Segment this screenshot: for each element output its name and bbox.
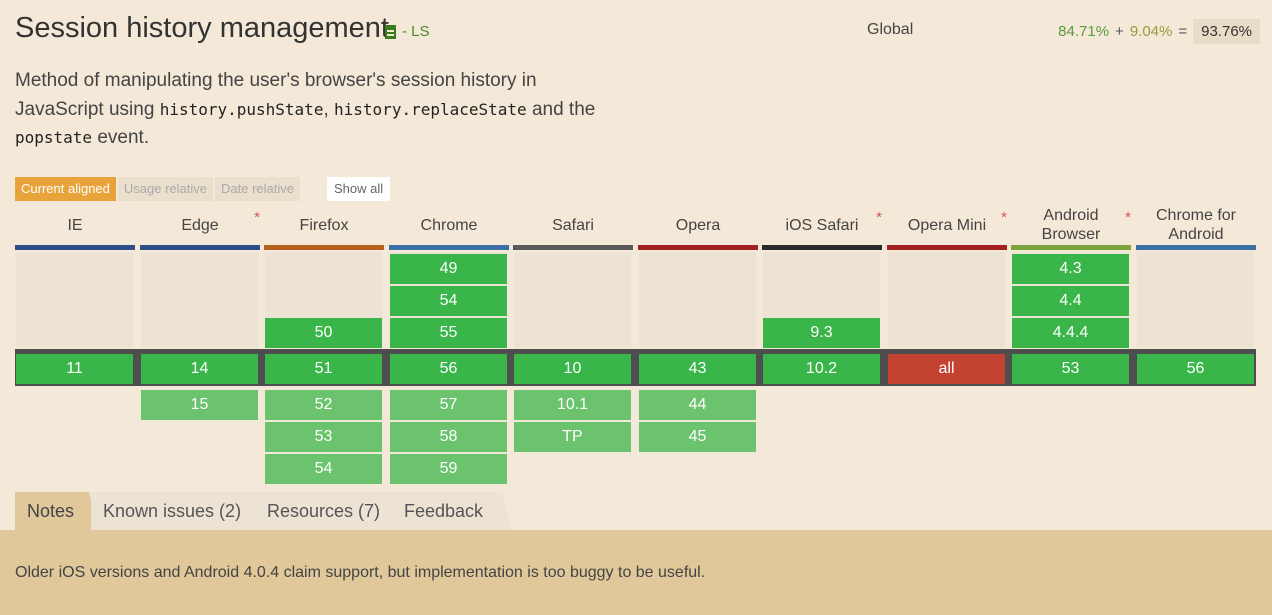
past-versions-area bbox=[514, 252, 631, 348]
current-version-cell[interactable]: 51 bbox=[265, 354, 382, 384]
browser-header-android-browser[interactable]: Android Browser * bbox=[1011, 205, 1131, 245]
browser-header-opera[interactable]: Opera bbox=[638, 205, 758, 245]
current-version-cell[interactable]: 43 bbox=[639, 354, 756, 384]
version-cell[interactable]: 4.4 bbox=[1012, 286, 1129, 316]
browser-header-ie[interactable]: IE bbox=[15, 205, 135, 245]
tab-edge bbox=[502, 492, 512, 530]
version-cell[interactable]: 4.4.4 bbox=[1012, 318, 1129, 348]
future-version-cell[interactable]: 53 bbox=[265, 422, 382, 452]
future-version-cell[interactable]: 52 bbox=[265, 390, 382, 420]
tab-resources[interactable]: Resources (7) bbox=[255, 492, 402, 530]
note-asterisk-icon: * bbox=[1125, 209, 1131, 226]
browser-color-bar bbox=[1011, 245, 1131, 250]
future-version-cell[interactable]: 44 bbox=[639, 390, 756, 420]
tab-notes[interactable]: Notes bbox=[15, 492, 99, 530]
current-version-cell[interactable]: 11 bbox=[16, 354, 133, 384]
current-version-cell[interactable]: 10 bbox=[514, 354, 631, 384]
browser-name: Android Browser bbox=[1041, 207, 1101, 243]
version-cell[interactable]: 9.3 bbox=[763, 318, 880, 348]
version-cell[interactable]: 49 bbox=[390, 254, 507, 284]
past-versions-area bbox=[16, 252, 133, 348]
future-version-cell[interactable]: 10.1 bbox=[514, 390, 631, 420]
tab-label: Known issues (2) bbox=[103, 500, 242, 521]
browser-name: Firefox bbox=[299, 216, 349, 234]
past-versions-area bbox=[141, 252, 258, 348]
note-asterisk-icon: * bbox=[1001, 209, 1007, 226]
version-cell[interactable]: 55 bbox=[390, 318, 507, 348]
browser-color-bar bbox=[389, 245, 509, 250]
browser-header-ios-safari[interactable]: iOS Safari * bbox=[762, 205, 882, 245]
browser-name: iOS Safari bbox=[785, 216, 859, 234]
future-version-cell[interactable]: 57 bbox=[390, 390, 507, 420]
browser-color-bar bbox=[638, 245, 758, 250]
browser-color-bar bbox=[887, 245, 1007, 250]
future-version-cell[interactable]: 59 bbox=[390, 454, 507, 484]
browser-header-opera-mini[interactable]: Opera Mini * bbox=[887, 205, 1007, 245]
current-version-cell[interactable]: 10.2 bbox=[763, 354, 880, 384]
browser-color-bar bbox=[1136, 245, 1256, 250]
tab-label: Resources (7) bbox=[267, 500, 381, 521]
browser-header-chrome-for-android[interactable]: Chrome for Android bbox=[1136, 205, 1256, 245]
browser-header-chrome[interactable]: Chrome bbox=[389, 205, 509, 245]
browser-color-bar bbox=[140, 245, 260, 250]
note-asterisk-icon: * bbox=[254, 209, 260, 226]
tab-label: Notes bbox=[27, 500, 75, 521]
past-versions-area bbox=[639, 252, 756, 348]
browser-name: Edge bbox=[181, 216, 219, 234]
note-text: Older iOS versions and Android 4.0.4 cla… bbox=[15, 564, 706, 581]
browser-name: Chrome bbox=[420, 216, 478, 234]
browser-color-bar bbox=[264, 245, 384, 250]
browser-name: Opera bbox=[675, 216, 721, 234]
browser-color-bar bbox=[15, 245, 135, 250]
note-asterisk-icon: * bbox=[876, 209, 882, 226]
tab-label: Feedback bbox=[404, 500, 484, 521]
browser-header-firefox[interactable]: Firefox bbox=[264, 205, 384, 245]
version-cell[interactable]: 54 bbox=[390, 286, 507, 316]
version-cell[interactable]: 50 bbox=[265, 318, 382, 348]
notes-panel: Older iOS versions and Android 4.0.4 cla… bbox=[0, 530, 1272, 615]
future-version-cell[interactable]: 45 bbox=[639, 422, 756, 452]
current-version-cell[interactable]: all bbox=[888, 354, 1005, 384]
future-version-cell[interactable]: 15 bbox=[141, 390, 258, 420]
browser-name: IE bbox=[67, 216, 83, 234]
past-versions-area bbox=[1137, 252, 1254, 348]
browser-header-safari[interactable]: Safari bbox=[513, 205, 633, 245]
browser-color-bar bbox=[762, 245, 882, 250]
browser-name: Chrome for Android bbox=[1155, 207, 1237, 243]
current-version-cell[interactable]: 56 bbox=[1137, 354, 1254, 384]
past-versions-area bbox=[888, 252, 1005, 348]
browser-name: Opera Mini bbox=[907, 216, 987, 234]
browser-name: Safari bbox=[552, 216, 594, 234]
current-version-cell[interactable]: 53 bbox=[1012, 354, 1129, 384]
current-version-cell[interactable]: 14 bbox=[141, 354, 258, 384]
version-cell[interactable]: 4.3 bbox=[1012, 254, 1129, 284]
future-version-cell[interactable]: TP bbox=[514, 422, 631, 452]
browser-color-bar bbox=[513, 245, 633, 250]
tab-known-issues[interactable]: Known issues (2) bbox=[91, 492, 265, 530]
browser-header-edge[interactable]: Edge * bbox=[140, 205, 260, 245]
future-version-cell[interactable]: 54 bbox=[265, 454, 382, 484]
future-version-cell[interactable]: 58 bbox=[390, 422, 507, 452]
current-version-cell[interactable]: 56 bbox=[390, 354, 507, 384]
tab-feedback[interactable]: Feedback bbox=[392, 492, 512, 530]
